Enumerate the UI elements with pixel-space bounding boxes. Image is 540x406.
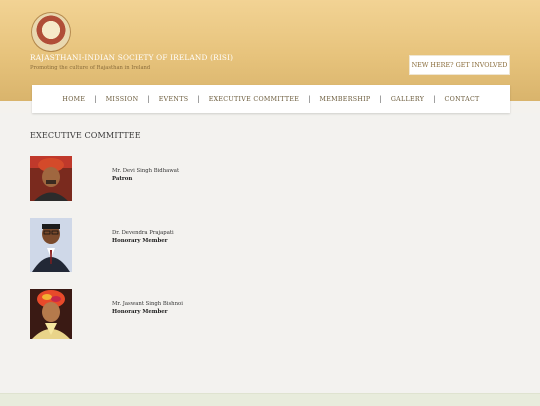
member-role: Patron [112, 176, 133, 182]
member-name: Mr. Jaswant Singh Bishnoi [112, 301, 183, 307]
nav-separator: | [379, 95, 382, 103]
nav-separator: | [308, 95, 311, 103]
site-tagline: Promoting the culture of Rajasthan in Ir… [30, 65, 151, 71]
nav-item-executive-committee[interactable]: EXECUTIVE COMMITTEE [209, 96, 299, 103]
nav-separator: | [147, 95, 150, 103]
nav-separator: | [433, 95, 436, 103]
site-logo-icon[interactable] [31, 12, 71, 52]
member-name: Dr. Devendra Prajapati [112, 230, 174, 236]
member-role: Honorary Member [112, 309, 168, 315]
member-photo-1 [30, 156, 72, 201]
nav-item-events[interactable]: EVENTS [159, 96, 189, 103]
footer [0, 393, 540, 406]
page-title: EXECUTIVE COMMITTEE [30, 130, 141, 140]
member-role: Honorary Member [112, 238, 168, 244]
nav-item-membership[interactable]: MEMBERSHIP [319, 96, 370, 103]
page-content [0, 113, 540, 393]
nav-item-home[interactable]: HOME [62, 96, 85, 103]
member-photo-2 [30, 218, 72, 272]
main-nav: HOME | MISSION | EVENTS | EXECUTIVE COMM… [32, 85, 510, 113]
nav-item-contact[interactable]: CONTACT [445, 96, 480, 103]
member-name: Mr. Devi Singh Bidhawat [112, 168, 180, 174]
site-title[interactable]: RAJASTHANI-INDIAN SOCIETY OF IRELAND (RI… [30, 53, 233, 62]
nav-separator: | [197, 95, 200, 103]
member-photo-3 [30, 289, 72, 339]
get-involved-button[interactable]: NEW HERE? GET INVOLVED [409, 55, 510, 75]
nav-item-gallery[interactable]: GALLERY [391, 96, 424, 103]
nav-separator: | [94, 95, 97, 103]
nav-item-mission[interactable]: MISSION [106, 96, 139, 103]
